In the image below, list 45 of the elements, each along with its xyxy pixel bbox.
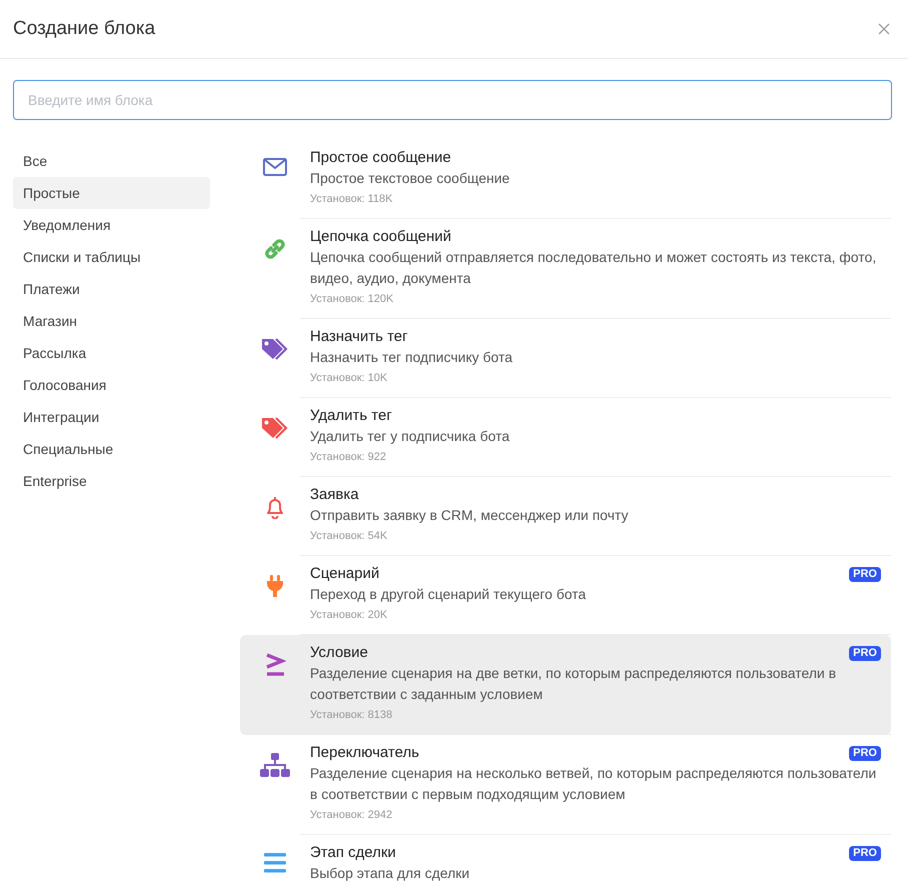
category-item[interactable]: Уведомления — [13, 209, 210, 241]
block-title: Сценарий — [310, 564, 380, 584]
pro-badge: PRO — [849, 646, 881, 660]
install-count: Установок: 54K — [310, 529, 388, 544]
install-count: Установок: 120K — [310, 292, 394, 307]
category-item[interactable]: Голосования — [13, 369, 210, 401]
block-description: Переход в другой сценарий текущего бота — [310, 585, 587, 604]
block-item[interactable]: Условие PRO Разделение сценария на две ветки, по которым распределяются пользователи в соответствии с заданным условием Установок: 8138 — [240, 635, 891, 735]
category-item[interactable]: Платежи — [13, 273, 210, 305]
install-count: Установок: 20K — [310, 608, 388, 623]
block-title: Цепочка сообщений — [310, 227, 452, 247]
dialog-title: Создание блока — [13, 18, 156, 40]
install-count: Установок: 922 — [310, 450, 388, 465]
category-item[interactable]: Специальные — [13, 433, 210, 465]
block-description: Цепочка сообщений отправляется последовательно и может состоять из текста, фото, видео, аудио, документа — [310, 248, 878, 288]
block-description: Разделение сценария на несколько ветвей, по которым распределяются пользователи в соответствии с первым подходящим условием — [310, 764, 878, 804]
category-item[interactable]: Списки и таблицы — [13, 241, 210, 273]
block-title: Удалить тег — [310, 406, 392, 426]
install-count: Установок: 2942 — [310, 808, 394, 823]
block-description: Простое текстовое сообщение — [310, 169, 511, 188]
block-title: Назначить тег — [310, 327, 408, 347]
block-title: Этап сделки — [310, 843, 396, 863]
pro-badge: PRO — [849, 566, 881, 582]
install-count: Установок: 10K — [310, 371, 388, 386]
block-title: Простое сообщение — [310, 148, 451, 168]
block-description: Разделение сценария на две ветки, по которым распределяются пользователи в соответствии с заданным условием — [310, 664, 838, 704]
block-description: Выбор этапа для сделки — [310, 864, 470, 883]
block-description: Отправить заявку в CRM, мессенджер или почту — [310, 506, 630, 525]
block-title: Заявка — [310, 485, 359, 505]
category-item[interactable]: Enterprise — [13, 465, 210, 497]
block-description: Удалить тег у подписчика бота — [310, 427, 510, 446]
install-count: Установок: 8138 — [310, 708, 394, 723]
category-item[interactable]: Интеграции — [13, 401, 210, 433]
pro-badge: PRO — [849, 846, 881, 860]
block-description: Назначить тег подписчику бота — [310, 348, 514, 367]
pro-badge: PRO — [849, 746, 881, 760]
close-icon[interactable] — [878, 23, 890, 35]
category-item[interactable]: Все — [13, 145, 210, 177]
search-field[interactable]: Введите имя блока — [13, 80, 892, 120]
block-title: Условие — [310, 643, 368, 663]
install-count: Установок: 118K — [310, 192, 394, 207]
category-item[interactable]: Рассылка — [13, 337, 210, 369]
category-item[interactable]: Простые — [13, 177, 210, 209]
category-item[interactable]: Магазин — [13, 305, 210, 337]
block-title: Переключатель — [310, 743, 420, 763]
